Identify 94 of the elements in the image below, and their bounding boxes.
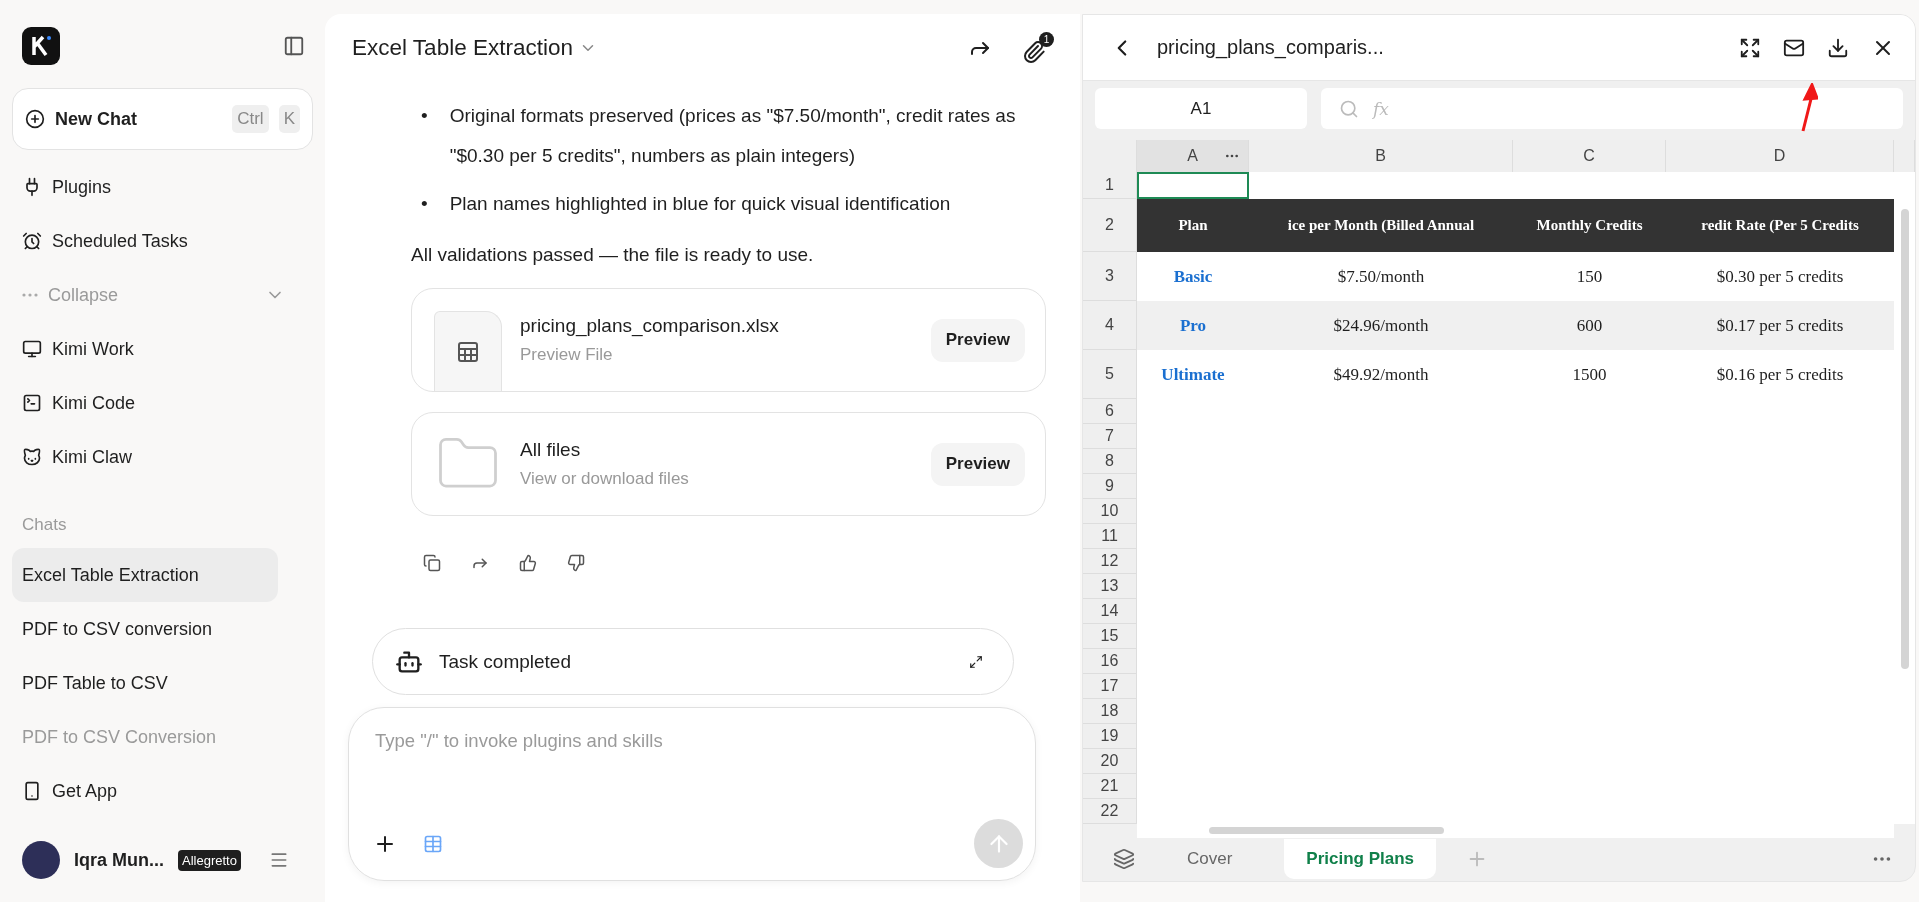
bullet-marker: • [421, 192, 428, 216]
column-header[interactable]: B [1249, 140, 1513, 172]
horizontal-scrollbar[interactable] [1137, 824, 1894, 838]
layers-icon[interactable] [1113, 848, 1135, 871]
row-number[interactable]: 8 [1083, 449, 1137, 474]
function-label: fx [1373, 98, 1389, 119]
row-number[interactable]: 5 [1083, 350, 1137, 399]
chat-history-item[interactable]: Excel Table Extraction [12, 548, 278, 602]
sheet-tab[interactable]: Pricing Plans [1284, 839, 1437, 880]
row-number[interactable]: 2 [1083, 199, 1137, 252]
download-icon[interactable] [1827, 36, 1849, 59]
row-number[interactable]: 3 [1083, 252, 1137, 301]
file-card[interactable]: pricing_plans_comparison.xlsx Preview File Preview [411, 288, 1046, 392]
file-subtitle: Preview File [520, 345, 614, 365]
nav-item[interactable]: Kimi Work [12, 322, 313, 376]
dots-icon [22, 293, 38, 297]
get-app-item[interactable]: Get App [12, 764, 313, 818]
message-input[interactable]: Type "/" to invoke plugins and skills [348, 707, 1036, 881]
section-heading: Chats [21, 514, 68, 536]
file-card[interactable]: All files View or download files Preview [411, 412, 1046, 516]
row-number[interactable]: 16 [1083, 649, 1137, 674]
summary-text: All validations passed — the file is ready to use. [411, 244, 815, 266]
header-cell: Plan [1137, 199, 1249, 252]
file-subtitle: View or download files [520, 469, 690, 489]
table-cell: $24.96/month [1249, 301, 1513, 350]
preview-button[interactable]: Preview [930, 442, 1025, 486]
chat-history-item[interactable]: PDF to CSV conversion [12, 602, 313, 656]
plan-cell: Pro [1137, 301, 1249, 350]
thumbs-up-icon[interactable] [519, 554, 537, 572]
preview-button[interactable]: Preview [930, 318, 1025, 362]
row-number[interactable]: 7 [1083, 424, 1137, 449]
monitor-icon [22, 339, 42, 359]
file-title: pricing_plans_comparis... [1157, 36, 1385, 59]
row-number[interactable]: 22 [1083, 799, 1137, 824]
row-number[interactable]: 17 [1083, 674, 1137, 699]
nav-item[interactable]: Plugins [12, 160, 313, 214]
avatar[interactable] [22, 841, 60, 879]
chat-history-item[interactable]: PDF Table to CSV [12, 656, 313, 710]
column-header[interactable]: A [1137, 140, 1249, 172]
header-cell: ice per Month (Billed Annual [1249, 199, 1513, 252]
shortcut-key: Ctrl [232, 105, 269, 133]
new-chat-button[interactable]: New Chat Ctrl K [12, 88, 313, 150]
header-cell: Monthly Credits [1513, 199, 1666, 252]
row-number[interactable]: 19 [1083, 724, 1137, 749]
row-number[interactable]: 15 [1083, 624, 1137, 649]
row-number[interactable]: 4 [1083, 301, 1137, 350]
count-badge: 1 [1039, 32, 1054, 47]
shortcut-key: K [278, 105, 300, 133]
row-number[interactable]: 18 [1083, 699, 1137, 724]
selected-cell[interactable] [1137, 172, 1249, 199]
sheet-tab[interactable]: Cover [1165, 839, 1255, 880]
plus-circle-icon [25, 109, 45, 129]
file-name: All files [520, 439, 582, 461]
bullet-marker: • [421, 104, 428, 128]
column-header[interactable]: D [1666, 140, 1894, 172]
nav-item[interactable]: Kimi Code [12, 376, 313, 430]
row-number[interactable]: 6 [1083, 399, 1137, 424]
app-logo[interactable] [22, 27, 60, 65]
chat-title: Excel Table Extraction [352, 35, 573, 61]
annotation-arrow [1800, 83, 1818, 133]
expand-icon[interactable] [1739, 36, 1761, 59]
nav-item[interactable]: Kimi Claw [12, 430, 313, 484]
device-icon [22, 781, 42, 801]
expand-icon [969, 654, 983, 669]
thumbs-down-icon[interactable] [567, 554, 585, 572]
nav-item[interactable]: Scheduled Tasks [12, 214, 313, 268]
row-number[interactable]: 11 [1083, 524, 1137, 549]
spreadsheet-file-icon [434, 311, 502, 391]
row-number[interactable]: 9 [1083, 474, 1137, 499]
row-number[interactable]: 20 [1083, 749, 1137, 774]
user-name: Iqra Mun... [74, 849, 164, 871]
column-header[interactable]: C [1513, 140, 1666, 172]
row-number[interactable]: 10 [1083, 499, 1137, 524]
file-name: pricing_plans_comparison.xlsx [520, 315, 780, 337]
row-number[interactable]: 1 [1083, 172, 1137, 199]
row-number[interactable]: 13 [1083, 574, 1137, 599]
copy-icon[interactable] [423, 554, 441, 572]
terminal-icon [22, 393, 42, 413]
row-number[interactable]: 21 [1083, 774, 1137, 799]
row-number[interactable]: 12 [1083, 549, 1137, 574]
alarm-clock-icon [22, 231, 42, 251]
attachment-button[interactable]: 1 [1022, 32, 1054, 64]
cat-icon [22, 447, 42, 467]
paperclip-icon [1022, 40, 1046, 64]
plan-badge: Allegretto [178, 849, 241, 871]
search-icon [1339, 98, 1359, 119]
sidebar-toggle-icon[interactable] [283, 35, 305, 57]
header-cell: redit Rate (Per 5 Credits [1666, 199, 1894, 252]
bullet-text: Plan names highlighted in blue for quick visual identification [449, 192, 951, 216]
table-cell: 600 [1513, 301, 1666, 350]
cell-reference-field[interactable]: A1 [1095, 88, 1307, 129]
bullet-text: Original formats preserved (prices as "$7.50/month", credit rates as "$0.30 per 5 credits", numbers as plain integers) [449, 104, 1017, 168]
row-number[interactable]: 14 [1083, 599, 1137, 624]
table-cell: $0.17 per 5 credits [1666, 301, 1894, 350]
